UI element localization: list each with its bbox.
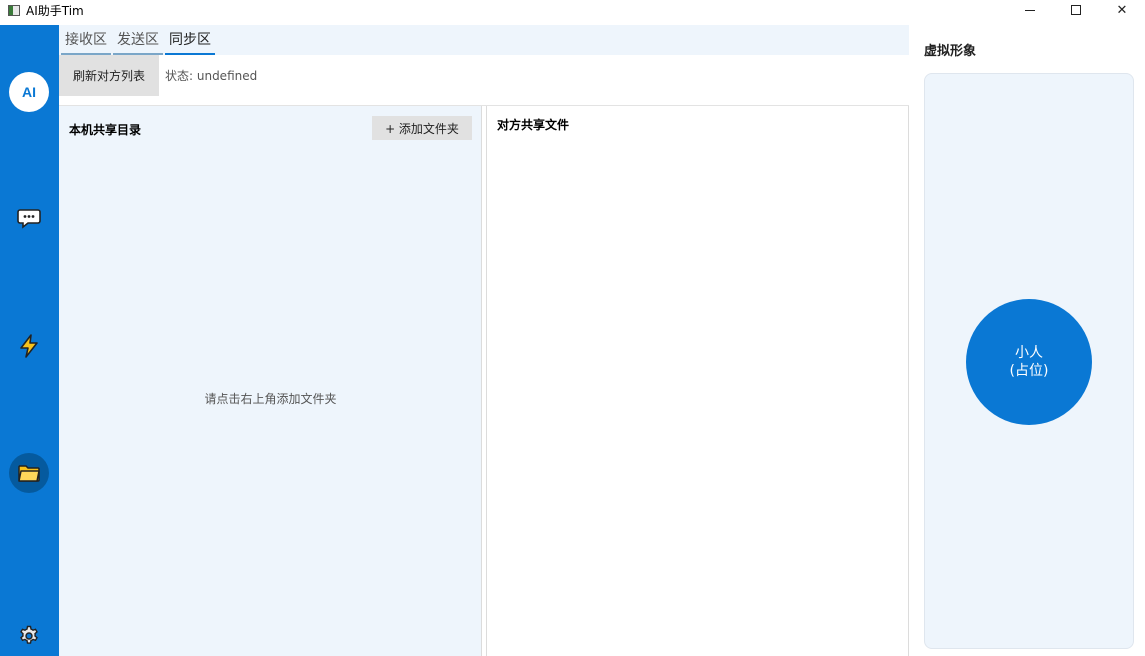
- avatar-card: 小人 (占位): [924, 73, 1134, 649]
- sidebar-item-settings[interactable]: [9, 616, 49, 656]
- avatar-line2: (占位): [1009, 363, 1049, 379]
- gear-icon: [20, 625, 38, 644]
- avatar-title: 虚拟形象: [924, 44, 977, 59]
- local-share-title: 本机共享目录: [69, 123, 142, 137]
- window-title: AI助手Tim: [26, 3, 84, 18]
- empty-hint: 请点击右上角添加文件夹: [204, 392, 337, 406]
- lightning-icon: [20, 334, 38, 358]
- maximize-icon: [1071, 5, 1081, 15]
- status-text: 状态: undefined: [165, 69, 258, 83]
- maximize-button[interactable]: [1053, 0, 1099, 20]
- sidebar-rail: AI: [0, 25, 59, 656]
- minimize-icon: [1025, 9, 1035, 11]
- app-icon: [8, 4, 20, 16]
- close-icon: ✕: [1116, 2, 1128, 18]
- chat-icon: [17, 209, 41, 229]
- tab-sync[interactable]: 同步区: [165, 27, 215, 55]
- add-folder-button[interactable]: + 添加文件夹: [372, 116, 472, 140]
- app-logo[interactable]: AI: [9, 72, 49, 112]
- avatar-placeholder: 小人 (占位): [966, 299, 1092, 425]
- tab-send[interactable]: 发送区: [113, 27, 163, 55]
- sidebar-item-files[interactable]: [9, 453, 49, 493]
- close-button[interactable]: ✕: [1099, 0, 1145, 20]
- avatar-line1: 小人: [1015, 345, 1043, 361]
- sidebar-item-chat[interactable]: [9, 198, 49, 238]
- tab-bar: 接收区 发送区 同步区: [59, 25, 909, 55]
- tab-receive[interactable]: 接收区: [61, 27, 111, 55]
- remote-share-panel: 对方共享文件: [486, 106, 909, 656]
- local-share-panel: 本机共享目录 + 添加文件夹 请点击右上角添加文件夹: [59, 106, 482, 656]
- sidebar-item-quick[interactable]: [9, 326, 49, 366]
- minimize-button[interactable]: [1007, 0, 1053, 20]
- sync-toolbar: 刷新对方列表 状态: undefined: [59, 55, 909, 96]
- title-bar: AI助手Tim ✕: [0, 0, 1145, 20]
- folder-icon: [18, 465, 40, 482]
- refresh-peer-list-button[interactable]: 刷新对方列表: [59, 55, 159, 96]
- window-controls: ✕: [1007, 0, 1145, 20]
- remote-share-title: 对方共享文件: [497, 118, 570, 132]
